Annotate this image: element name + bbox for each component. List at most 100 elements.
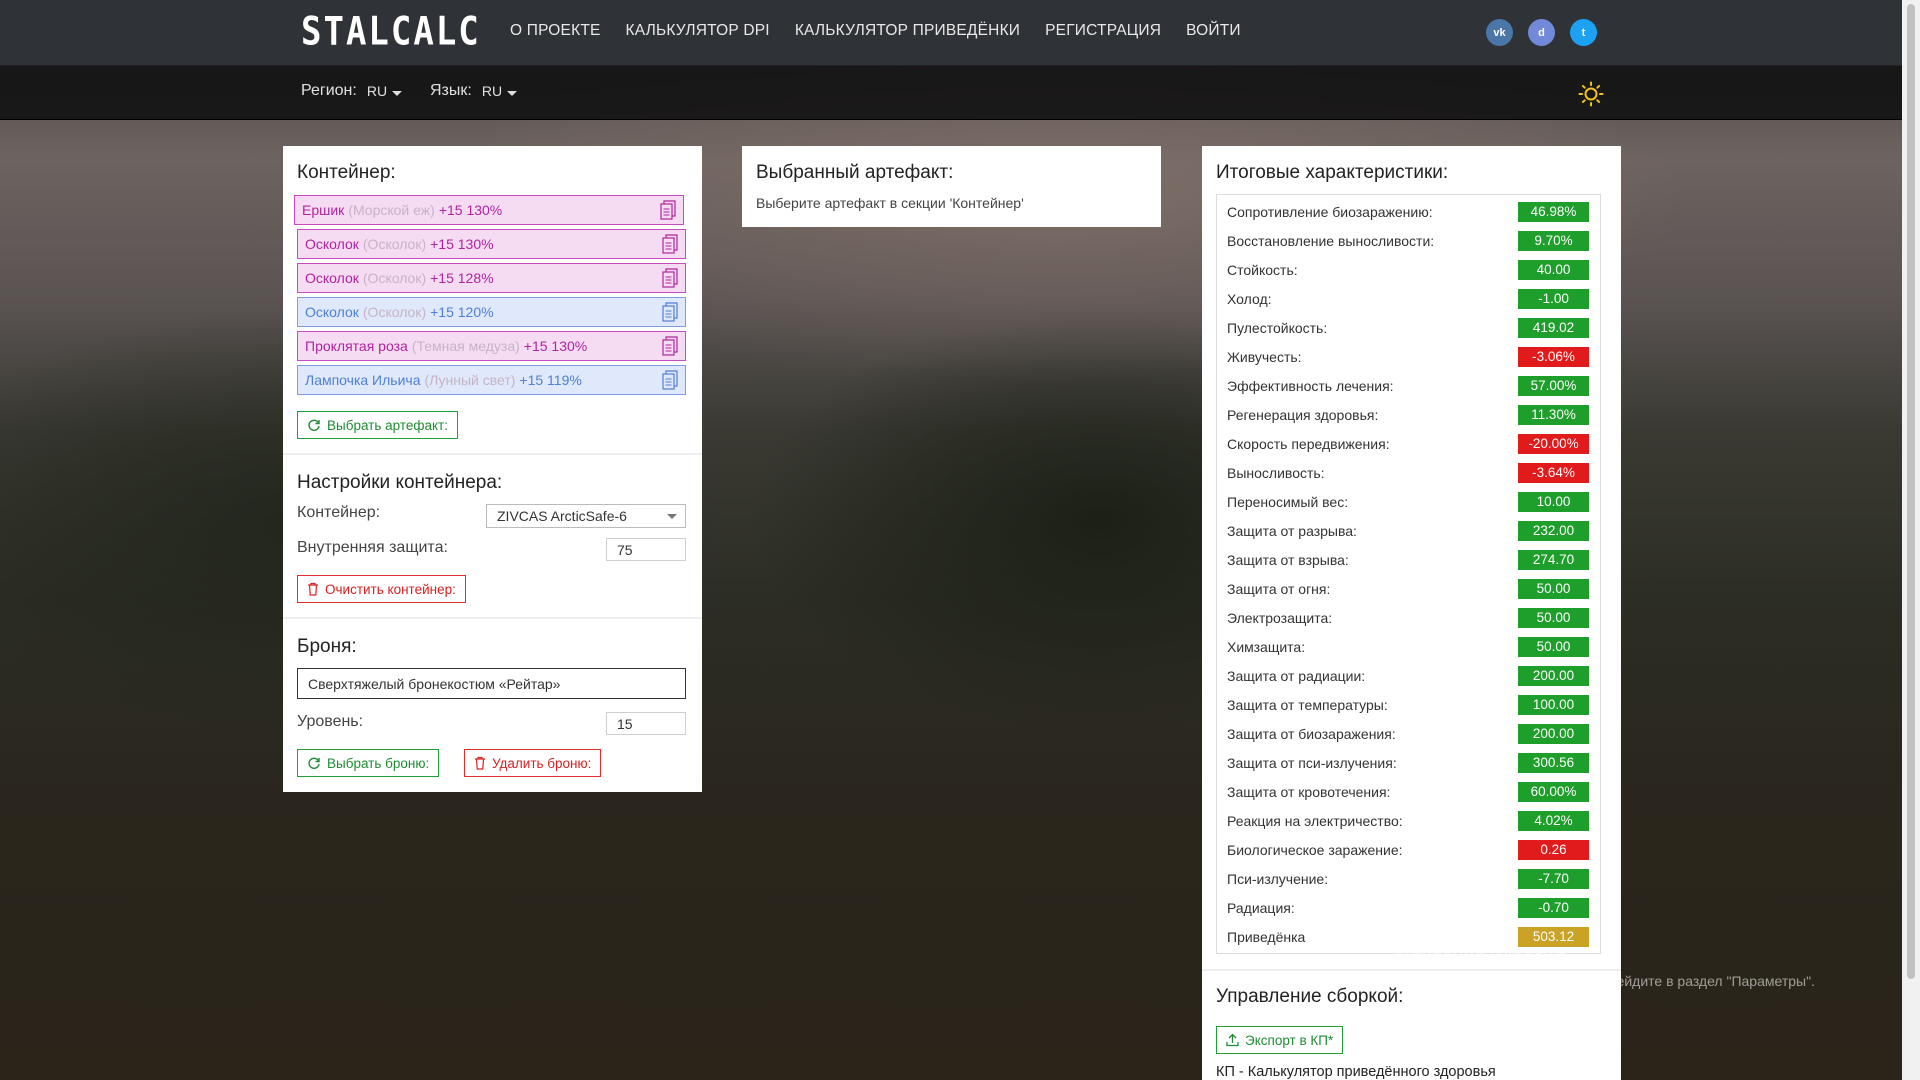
stat-value-badge: 200.00 — [1518, 666, 1589, 686]
top-navbar: STALCALC О ПРОЕКТЕ КАЛЬКУЛЯТОР DPI КАЛЬК… — [0, 0, 1902, 66]
armor-input[interactable]: Сверхтяжелый бронекостюм «Рейтар» — [297, 668, 686, 699]
twitter-icon[interactable]: t — [1570, 19, 1597, 46]
artifact-base: (Осколок) — [362, 236, 427, 252]
container-select-value: ZIVCAS ArcticSafe-6 — [497, 508, 627, 524]
inner-protection-input[interactable]: 75 — [606, 538, 686, 561]
stat-name: Биологическое заражение: — [1227, 842, 1403, 858]
container-title: Контейнер: — [297, 162, 396, 183]
stat-value-badge: 300.56 — [1518, 753, 1589, 773]
stat-value-badge: 274.70 — [1518, 550, 1589, 570]
refresh-icon — [308, 757, 320, 769]
pick-armor-button[interactable]: Выбрать броню: — [297, 749, 440, 777]
totals-title: Итоговые характеристики: — [1216, 162, 1449, 183]
artifact-bonus: +15 128% — [430, 270, 494, 286]
stat-value-badge: 40.00 — [1518, 260, 1589, 280]
stat-row: Биологическое заражение: 0.26 — [1217, 836, 1600, 865]
discord-icon[interactable]: d — [1528, 19, 1555, 46]
scrollbar-thumb[interactable] — [1907, 4, 1915, 979]
inner-protection-label: Внутренняя защита: — [297, 539, 448, 556]
artifact-name: Лампочка Ильича — [305, 372, 421, 388]
chevron-down-icon — [507, 91, 518, 96]
nav-login[interactable]: ВОЙТИ — [1186, 22, 1241, 40]
site-logo[interactable]: STALCALC — [301, 9, 481, 55]
container-select[interactable]: ZIVCAS ArcticSafe-6 — [486, 504, 686, 528]
stat-value-badge: 4.02% — [1518, 811, 1589, 831]
divider — [283, 453, 702, 455]
language-value[interactable]: RU — [482, 83, 518, 99]
nav-register[interactable]: РЕГИСТРАЦИЯ — [1045, 22, 1161, 40]
clear-container-button[interactable]: Очистить контейнер: — [297, 575, 466, 603]
container-label: Контейнер: — [297, 504, 381, 521]
stat-row: Защита от радиации: 200.00 — [1217, 662, 1600, 691]
stat-row: Переносимый вес: 10.00 — [1217, 488, 1600, 517]
stat-name: Защита от температуры: — [1227, 697, 1388, 713]
artifact-base: (Осколок) — [362, 304, 427, 320]
stat-row: Электрозащита: 50.00 — [1217, 604, 1600, 633]
stat-value-badge: 11.30% — [1518, 405, 1589, 425]
artifact-name: Проклятая роза — [305, 338, 408, 354]
stat-row: Эффективность лечения: 57.00% — [1217, 372, 1600, 401]
nav-dpi-calculator[interactable]: КАЛЬКУЛЯТОР DPI — [626, 22, 770, 40]
stat-name: Химзащита: — [1227, 639, 1306, 655]
pick-artifact-button[interactable]: Выбрать артефакт: — [297, 411, 458, 439]
artifact-row[interactable]: Лампочка Ильича (Лунный свет) +15 119% — [297, 365, 686, 395]
nav-reduced-calculator[interactable]: КАЛЬКУЛЯТОР ПРИВЕДЁНКИ — [795, 22, 1020, 40]
stat-name: Восстановление выносливости: — [1227, 233, 1435, 249]
chevron-down-icon — [392, 91, 403, 96]
stat-value-badge: 46.98% — [1518, 202, 1589, 222]
stat-name: Защита от огня: — [1227, 581, 1331, 597]
copy-icon[interactable] — [662, 234, 678, 254]
stat-row: Радиация: -0.70 — [1217, 894, 1600, 923]
delete-armor-label: Удалить броню: — [492, 755, 592, 771]
stat-name: Переносимый вес: — [1227, 494, 1349, 510]
artifact-row[interactable]: Осколок (Осколок) +15 130% — [297, 229, 686, 259]
selected-artifact-title: Выбранный артефакт: — [756, 162, 954, 183]
stat-name: Электрозащита: — [1227, 610, 1333, 626]
vk-icon[interactable]: vk — [1486, 19, 1513, 46]
stat-name: Холод: — [1227, 291, 1272, 307]
armor-title: Броня: — [297, 636, 357, 657]
settings-bar: Регион: RU Язык: RU — [0, 66, 1902, 120]
delete-armor-button[interactable]: Удалить броню: — [464, 749, 602, 777]
theme-toggle-sun-icon[interactable] — [1578, 81, 1604, 107]
stat-name: Защита от взрыва: — [1227, 552, 1349, 568]
stat-row: Холод: -1.00 — [1217, 285, 1600, 314]
artifact-row[interactable]: Проклятая роза (Темная медуза) +15 130% — [297, 331, 686, 361]
artifact-row[interactable]: Осколок (Осколок) +15 128% — [297, 263, 686, 293]
selected-artifact-hint: Выберите артефакт в секции 'Контейнер' — [756, 195, 1024, 211]
stat-name: Регенерация здоровья: — [1227, 407, 1379, 423]
stat-name: Приведёнка — [1227, 929, 1306, 945]
pick-artifact-label: Выбрать артефакт: — [327, 417, 448, 433]
level-label: Уровень: — [297, 713, 364, 730]
stat-value-badge: 503.12 — [1518, 927, 1589, 947]
language-selector[interactable]: Язык: RU — [430, 82, 518, 100]
activation-watermark-title: Активация Windows — [1392, 947, 1568, 968]
stat-row: Пулестойкость: 419.02 — [1217, 314, 1600, 343]
artifact-name: Осколок — [305, 304, 359, 320]
artifact-row[interactable]: Осколок (Осколок) +15 120% — [297, 297, 686, 327]
page-scrollbar[interactable] — [1902, 0, 1920, 1080]
divider — [283, 617, 702, 619]
nav-about[interactable]: О ПРОЕКТЕ — [510, 22, 601, 40]
copy-icon[interactable] — [662, 268, 678, 288]
stat-value-badge: 200.00 — [1518, 724, 1589, 744]
refresh-icon — [308, 419, 320, 431]
artifact-base: (Морской еж) — [348, 202, 435, 218]
copy-icon[interactable] — [662, 302, 678, 322]
region-selector[interactable]: Регион: RU — [301, 82, 403, 100]
copy-icon[interactable] — [662, 370, 678, 390]
stat-name: Пулестойкость: — [1227, 320, 1328, 336]
level-input[interactable]: 15 — [606, 712, 686, 735]
stat-row: Защита от биозаражения: 200.00 — [1217, 720, 1600, 749]
stat-value-badge: -7.70 — [1518, 869, 1589, 889]
stat-row: Защита от пси-излучения: 300.56 — [1217, 749, 1600, 778]
artifact-row[interactable]: Ершик (Морской еж) +15 130% — [294, 195, 684, 225]
region-value[interactable]: RU — [367, 83, 403, 99]
stat-value-badge: -1.00 — [1518, 289, 1589, 309]
stat-name: Радиация: — [1227, 900, 1295, 916]
language-label: Язык: — [430, 82, 472, 99]
export-button[interactable]: Экспорт в КП* — [1216, 1026, 1344, 1054]
copy-icon[interactable] — [660, 200, 676, 220]
copy-icon[interactable] — [662, 336, 678, 356]
stat-value-badge: -3.06% — [1518, 347, 1589, 367]
